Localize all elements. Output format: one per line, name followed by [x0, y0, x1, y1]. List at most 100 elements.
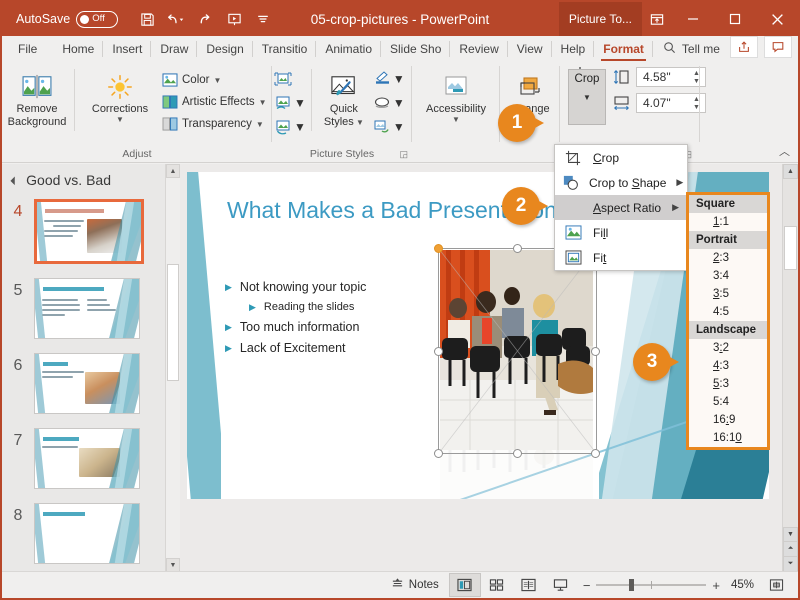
minimize-button[interactable]: [672, 2, 714, 36]
remove-background-button[interactable]: Remove Background: [2, 67, 72, 129]
zoom-percent[interactable]: 45%: [726, 579, 754, 591]
selection-handle-bottom-right[interactable]: [591, 449, 600, 458]
tab-view[interactable]: View: [508, 36, 552, 62]
close-button[interactable]: [756, 2, 798, 36]
color-button[interactable]: Color ▼: [159, 69, 267, 91]
aspect-ratio-16-9[interactable]: 16:9: [689, 411, 767, 429]
fit-to-window-icon[interactable]: [760, 573, 792, 597]
comments-icon[interactable]: [764, 36, 792, 58]
aspect-ratio-5-4[interactable]: 5:4: [689, 393, 767, 411]
tab-design[interactable]: Design: [197, 36, 253, 62]
change-picture-button[interactable]: ▼: [272, 91, 308, 115]
customize-qat-icon[interactable]: [250, 7, 276, 31]
tab-review[interactable]: Review: [450, 36, 508, 62]
aspect-ratio-4-5[interactable]: 4:5: [689, 303, 767, 321]
zoom-in-button[interactable]: +: [712, 578, 720, 593]
aspect-ratio-3-2[interactable]: 3:2: [689, 339, 767, 357]
height-spinner[interactable]: ▲ ▼: [691, 69, 702, 85]
tab-slide-show[interactable]: Slide Sho: [381, 36, 451, 62]
tab-help[interactable]: Help: [552, 36, 595, 62]
thumbnail-slide-8[interactable]: 8: [2, 503, 180, 564]
transparency-button[interactable]: Transparency ▼: [159, 113, 267, 135]
reading-view-icon[interactable]: [513, 573, 545, 597]
tab-insert[interactable]: Insert: [103, 36, 152, 62]
selection-handle-bottom-center[interactable]: [513, 449, 522, 458]
ribbon-display-options-icon[interactable]: [642, 2, 672, 36]
menu-item-crop-to-shape[interactable]: Crop to Shape ▶: [555, 170, 687, 195]
slide-thumbnail[interactable]: [34, 199, 144, 264]
thumbnail-slide-6[interactable]: 6: [2, 353, 180, 414]
normal-view-icon[interactable]: [448, 573, 481, 597]
tab-draw[interactable]: Draw: [151, 36, 198, 62]
thumbnail-scrollbar[interactable]: ▲ ▼: [165, 164, 180, 572]
section-header[interactable]: ◣ Good vs. Bad: [2, 164, 180, 194]
scroll-down-icon[interactable]: ▼: [783, 527, 798, 542]
tab-format[interactable]: Format: [594, 36, 653, 62]
tab-animations[interactable]: Animatio: [316, 36, 382, 62]
picture-styles-dialog-launcher[interactable]: ◲: [399, 149, 408, 160]
scroll-up-icon[interactable]: ▲: [166, 164, 180, 178]
selection-handle-middle-left[interactable]: [434, 347, 443, 356]
aspect-ratio-16-10[interactable]: 16:10: [689, 429, 767, 447]
picture-layout-button[interactable]: ▼: [371, 115, 407, 139]
save-icon[interactable]: [134, 7, 160, 31]
compress-pictures-button[interactable]: [272, 67, 308, 91]
autosave-control[interactable]: AutoSave Off: [16, 10, 119, 28]
menu-item-crop[interactable]: CCroprop: [555, 145, 687, 170]
slide-thumbnail[interactable]: [34, 503, 140, 564]
slide-thumbnail[interactable]: [34, 353, 140, 414]
quick-styles-button[interactable]: Quick Styles ▼: [317, 67, 371, 129]
collapse-section-icon[interactable]: ◣: [10, 175, 21, 186]
artistic-effects-button[interactable]: Artistic Effects ▼: [159, 91, 267, 113]
tell-me-search[interactable]: Tell me: [653, 36, 730, 62]
slide-thumbnail[interactable]: [34, 428, 140, 489]
autosave-toggle[interactable]: Off: [76, 10, 119, 28]
width-spinner[interactable]: ▲ ▼: [691, 95, 702, 111]
slide-sorter-icon[interactable]: [481, 573, 513, 597]
redo-icon[interactable]: [192, 7, 218, 31]
aspect-ratio-3-4[interactable]: 3:4: [689, 267, 767, 285]
zoom-slider[interactable]: [596, 578, 707, 592]
thumbnail-slide-5[interactable]: 5: [2, 278, 180, 339]
selection-handle-top-center[interactable]: [513, 244, 522, 253]
selection-handle-bottom-left[interactable]: [434, 449, 443, 458]
scrollbar-thumb[interactable]: [167, 264, 179, 381]
share-icon[interactable]: [730, 36, 758, 58]
tab-home[interactable]: Home: [53, 36, 104, 62]
shape-height-input[interactable]: 4.58" ▲ ▼: [636, 67, 706, 87]
previous-slide-icon[interactable]: ⏶: [783, 542, 798, 557]
aspect-ratio-3-5[interactable]: 3:5: [689, 285, 767, 303]
aspect-ratio-1-1[interactable]: 1:1: [689, 213, 767, 231]
aspect-ratio-4-3[interactable]: 4:3: [689, 357, 767, 375]
selection-handle-top-left[interactable]: [434, 244, 443, 253]
thumbnail-slide-7[interactable]: 7: [2, 428, 180, 489]
slideshow-icon[interactable]: [545, 573, 577, 597]
corrections-button[interactable]: Corrections ▼: [81, 67, 159, 124]
menu-item-aspect-ratio[interactable]: Aspect Ratio ▶: [555, 195, 687, 220]
collapse-ribbon-icon[interactable]: ︿: [779, 143, 790, 159]
zoom-out-button[interactable]: −: [583, 578, 591, 593]
stage-vertical-scrollbar[interactable]: ▲ ▼ ⏶ ⏷: [782, 164, 798, 572]
accessibility-button[interactable]: Accessibility ▼: [414, 67, 498, 124]
selection-handle-middle-right[interactable]: [591, 347, 600, 356]
notes-button[interactable]: Notes: [381, 577, 449, 593]
tab-transitions[interactable]: Transitio: [253, 36, 317, 62]
scrollbar-thumb[interactable]: [784, 226, 797, 270]
aspect-ratio-5-3[interactable]: 5:3: [689, 375, 767, 393]
picture-tools-tab[interactable]: Picture To...: [558, 2, 642, 36]
reset-picture-button[interactable]: ▼: [272, 115, 308, 139]
scroll-up-icon[interactable]: ▲: [783, 164, 798, 179]
thumbnail-slide-4[interactable]: 4: [2, 199, 180, 264]
crop-button[interactable]: Crop ▼: [568, 69, 606, 125]
scroll-down-icon[interactable]: ▼: [166, 558, 180, 572]
aspect-ratio-2-3[interactable]: 2:3: [689, 249, 767, 267]
slide-thumbnail[interactable]: [34, 278, 140, 339]
undo-icon[interactable]: [163, 7, 189, 31]
maximize-button[interactable]: [714, 2, 756, 36]
menu-item-fit[interactable]: Fit: [555, 245, 687, 270]
slide-body-text[interactable]: ▶ Not knowing your topic ▶ Reading the s…: [225, 280, 366, 362]
start-presentation-icon[interactable]: [221, 7, 247, 31]
tab-file[interactable]: File: [2, 36, 53, 62]
picture-border-button[interactable]: ▼: [371, 67, 407, 91]
menu-item-fill[interactable]: Fill: [555, 220, 687, 245]
